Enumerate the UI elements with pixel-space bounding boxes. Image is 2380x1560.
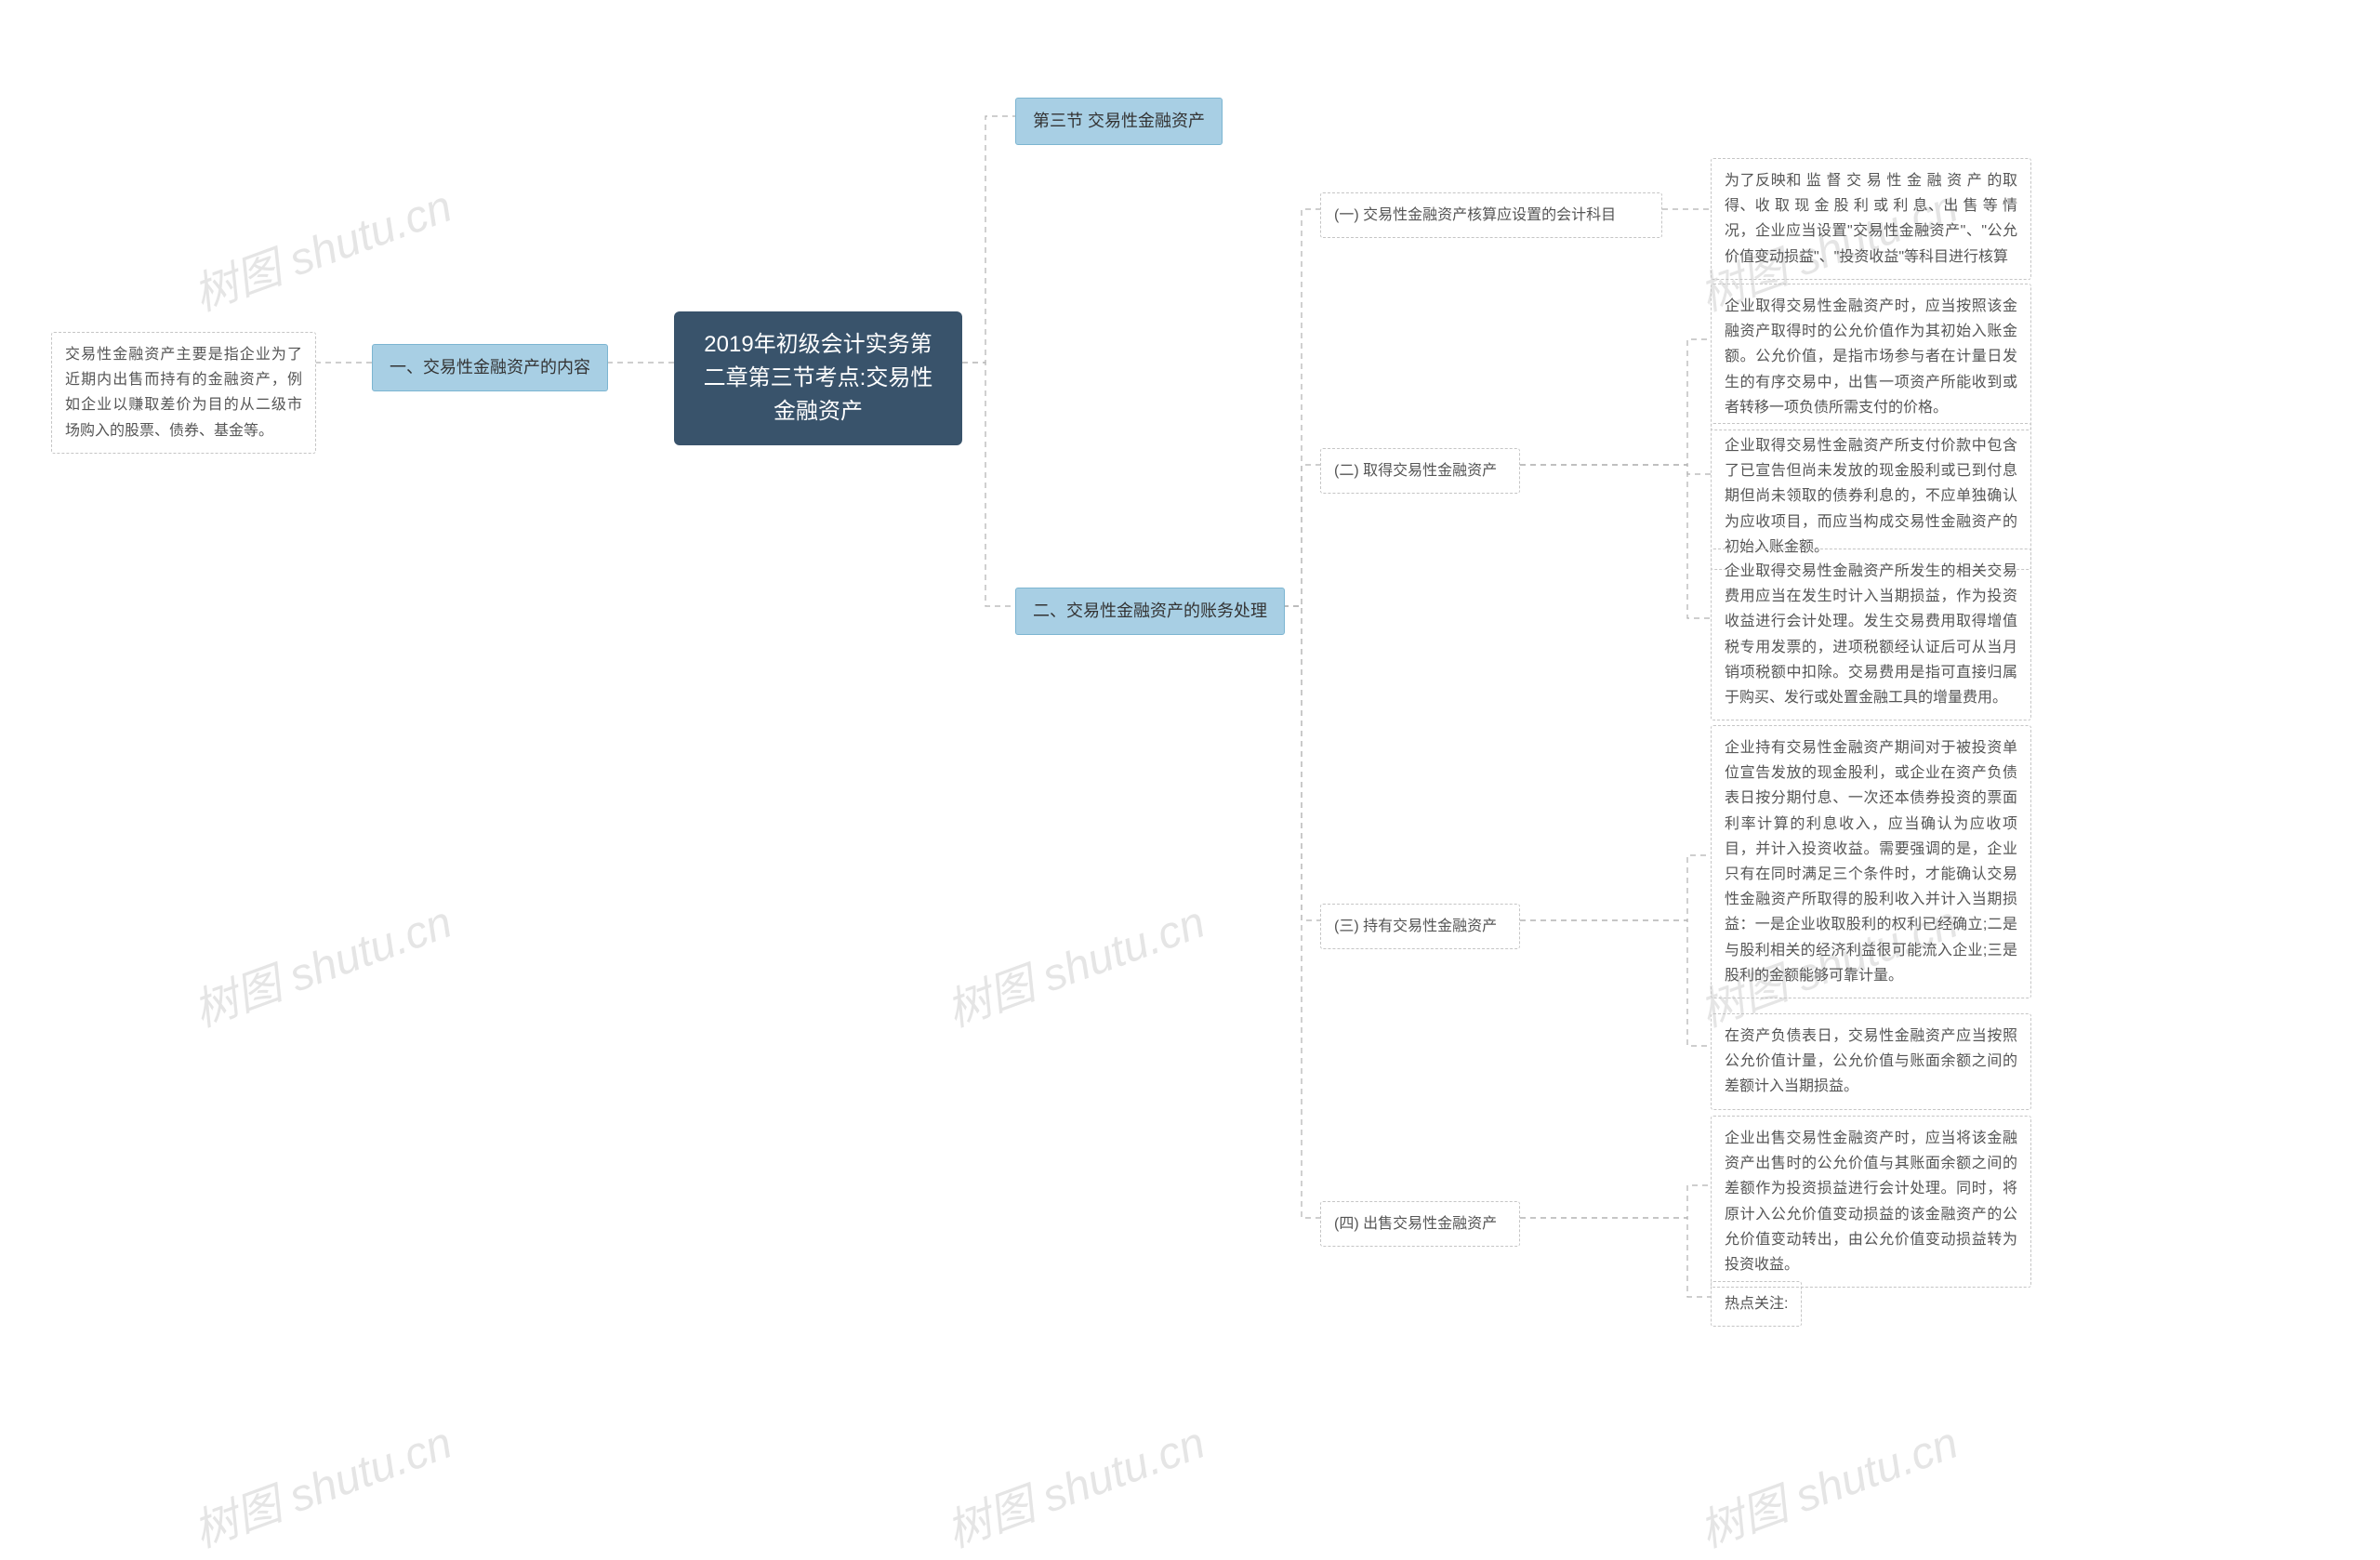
leaf-2-2-text: 企业取得交易性金融资产所支付价款中包含了已宣告但尚未发放的现金股利或已到付息期但… <box>1725 438 2017 555</box>
leaf-2-3[interactable]: 企业取得交易性金融资产所发生的相关交易费用应当在发生时计入当期损益，作为投资收益… <box>1711 549 2031 721</box>
root-node[interactable]: 2019年初级会计实务第二章第三节考点:交易性金融资产 <box>674 311 962 445</box>
branch-right-1-label: 第三节 交易性金融资产 <box>1033 112 1205 130</box>
watermark: 树图 shutu.cn <box>183 885 459 1038</box>
branch-right-2[interactable]: 二、交易性金融资产的账务处理 <box>1015 588 1285 635</box>
leaf-1-1[interactable]: 为了反映和 监 督 交 易 性 金 融 资 产 的取得、收 取 现 金 股 利 … <box>1711 158 2031 280</box>
branch-right-2-label: 二、交易性金融资产的账务处理 <box>1033 602 1267 620</box>
leaf-2-1[interactable]: 企业取得交易性金融资产时，应当按照该金融资产取得时的公允价值作为其初始入账金额。… <box>1711 284 2031 430</box>
leaf-3-2-text: 在资产负债表日，交易性金融资产应当按照公允价值计量，公允价值与账面余额之间的差额… <box>1725 1028 2017 1094</box>
sub-node-3[interactable]: (三) 持有交易性金融资产 <box>1320 904 1520 949</box>
sub-node-3-label: (三) 持有交易性金融资产 <box>1334 919 1497 934</box>
sub-node-4-label: (四) 出售交易性金融资产 <box>1334 1216 1497 1232</box>
watermark: 树图 shutu.cn <box>1689 1406 1965 1559</box>
watermark: 树图 shutu.cn <box>183 169 459 323</box>
watermark: 树图 shutu.cn <box>183 1406 459 1559</box>
leaf-3-1-text: 企业持有交易性金融资产期间对于被投资单位宣告发放的现金股利，或企业在资产负债表日… <box>1725 740 2017 984</box>
branch-left-1[interactable]: 一、交易性金融资产的内容 <box>372 344 608 391</box>
leaf-left-1[interactable]: 交易性金融资产主要是指企业为了近期内出售而持有的金融资产，例如企业以赚取差价为目… <box>51 332 316 454</box>
sub-node-1-label: (一) 交易性金融资产核算应设置的会计科目 <box>1334 207 1616 223</box>
leaf-left-1-text: 交易性金融资产主要是指企业为了近期内出售而持有的金融资产，例如企业以赚取差价为目… <box>65 347 302 439</box>
leaf-4-2-text: 热点关注: <box>1725 1296 1788 1312</box>
leaf-3-1[interactable]: 企业持有交易性金融资产期间对于被投资单位宣告发放的现金股利，或企业在资产负债表日… <box>1711 725 2031 998</box>
watermark: 树图 shutu.cn <box>936 1406 1212 1559</box>
leaf-4-1-text: 企业出售交易性金融资产时，应当将该金融资产出售时的公允价值与其账面余额之间的差额… <box>1725 1130 2017 1273</box>
sub-node-2-label: (二) 取得交易性金融资产 <box>1334 463 1497 479</box>
sub-node-1[interactable]: (一) 交易性金融资产核算应设置的会计科目 <box>1320 192 1662 238</box>
leaf-1-1-text: 为了反映和 监 督 交 易 性 金 融 资 产 的取得、收 取 现 金 股 利 … <box>1725 173 2017 265</box>
sub-node-4[interactable]: (四) 出售交易性金融资产 <box>1320 1201 1520 1247</box>
branch-left-1-label: 一、交易性金融资产的内容 <box>390 358 590 377</box>
leaf-3-2[interactable]: 在资产负债表日，交易性金融资产应当按照公允价值计量，公允价值与账面余额之间的差额… <box>1711 1013 2031 1110</box>
root-title: 2019年初级会计实务第二章第三节考点:交易性金融资产 <box>704 332 933 424</box>
leaf-2-1-text: 企业取得交易性金融资产时，应当按照该金融资产取得时的公允价值作为其初始入账金额。… <box>1725 298 2017 416</box>
branch-right-1[interactable]: 第三节 交易性金融资产 <box>1015 98 1223 145</box>
sub-node-2[interactable]: (二) 取得交易性金融资产 <box>1320 448 1520 494</box>
watermark: 树图 shutu.cn <box>936 885 1212 1038</box>
leaf-4-2[interactable]: 热点关注: <box>1711 1281 1802 1327</box>
leaf-4-1[interactable]: 企业出售交易性金融资产时，应当将该金融资产出售时的公允价值与其账面余额之间的差额… <box>1711 1116 2031 1288</box>
leaf-2-3-text: 企业取得交易性金融资产所发生的相关交易费用应当在发生时计入当期损益，作为投资收益… <box>1725 563 2017 706</box>
